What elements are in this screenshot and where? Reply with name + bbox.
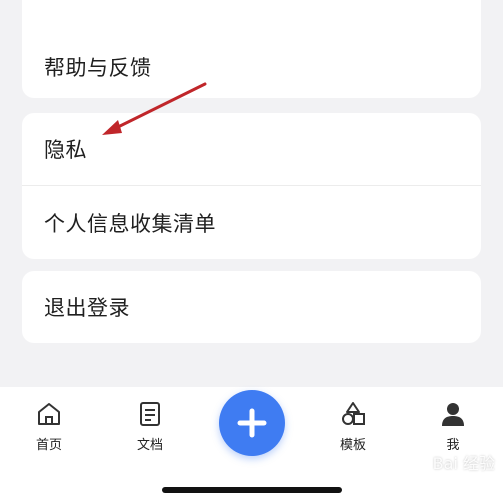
home-indicator <box>162 487 342 493</box>
settings-item-privacy[interactable]: 隐私 <box>22 113 481 185</box>
settings-item-help-feedback[interactable]: 帮助与反馈 <box>22 36 481 98</box>
tab-label: 文档 <box>136 438 163 453</box>
tab-documents[interactable]: 文档 <box>120 400 180 453</box>
document-icon <box>140 402 160 426</box>
settings-item-label: 帮助与反馈 <box>44 56 152 80</box>
create-button[interactable] <box>219 390 285 456</box>
settings-item-personal-info-list[interactable]: 个人信息收集清单 <box>22 186 481 259</box>
tab-home[interactable]: 首页 <box>19 400 79 453</box>
home-icon <box>38 403 60 425</box>
settings-item-label: 隐私 <box>44 138 87 162</box>
tab-templates[interactable]: 模板 <box>323 400 383 453</box>
template-icon <box>342 402 365 425</box>
settings-item-label: 退出登录 <box>44 296 130 320</box>
settings-card-top: 帮助与反馈 <box>22 0 481 98</box>
person-icon <box>442 403 464 426</box>
watermark: Bai 经验 <box>432 454 495 473</box>
tab-me[interactable]: 我 <box>423 400 483 453</box>
tab-label: 模板 <box>339 438 366 453</box>
settings-card-privacy: 隐私 个人信息收集清单 <box>22 113 481 259</box>
tab-label: 首页 <box>35 438 62 453</box>
settings-card-logout: 退出登录 <box>22 271 481 343</box>
plus-icon <box>237 408 267 438</box>
logout-button[interactable]: 退出登录 <box>22 271 481 343</box>
settings-item-label: 个人信息收集清单 <box>44 211 216 236</box>
